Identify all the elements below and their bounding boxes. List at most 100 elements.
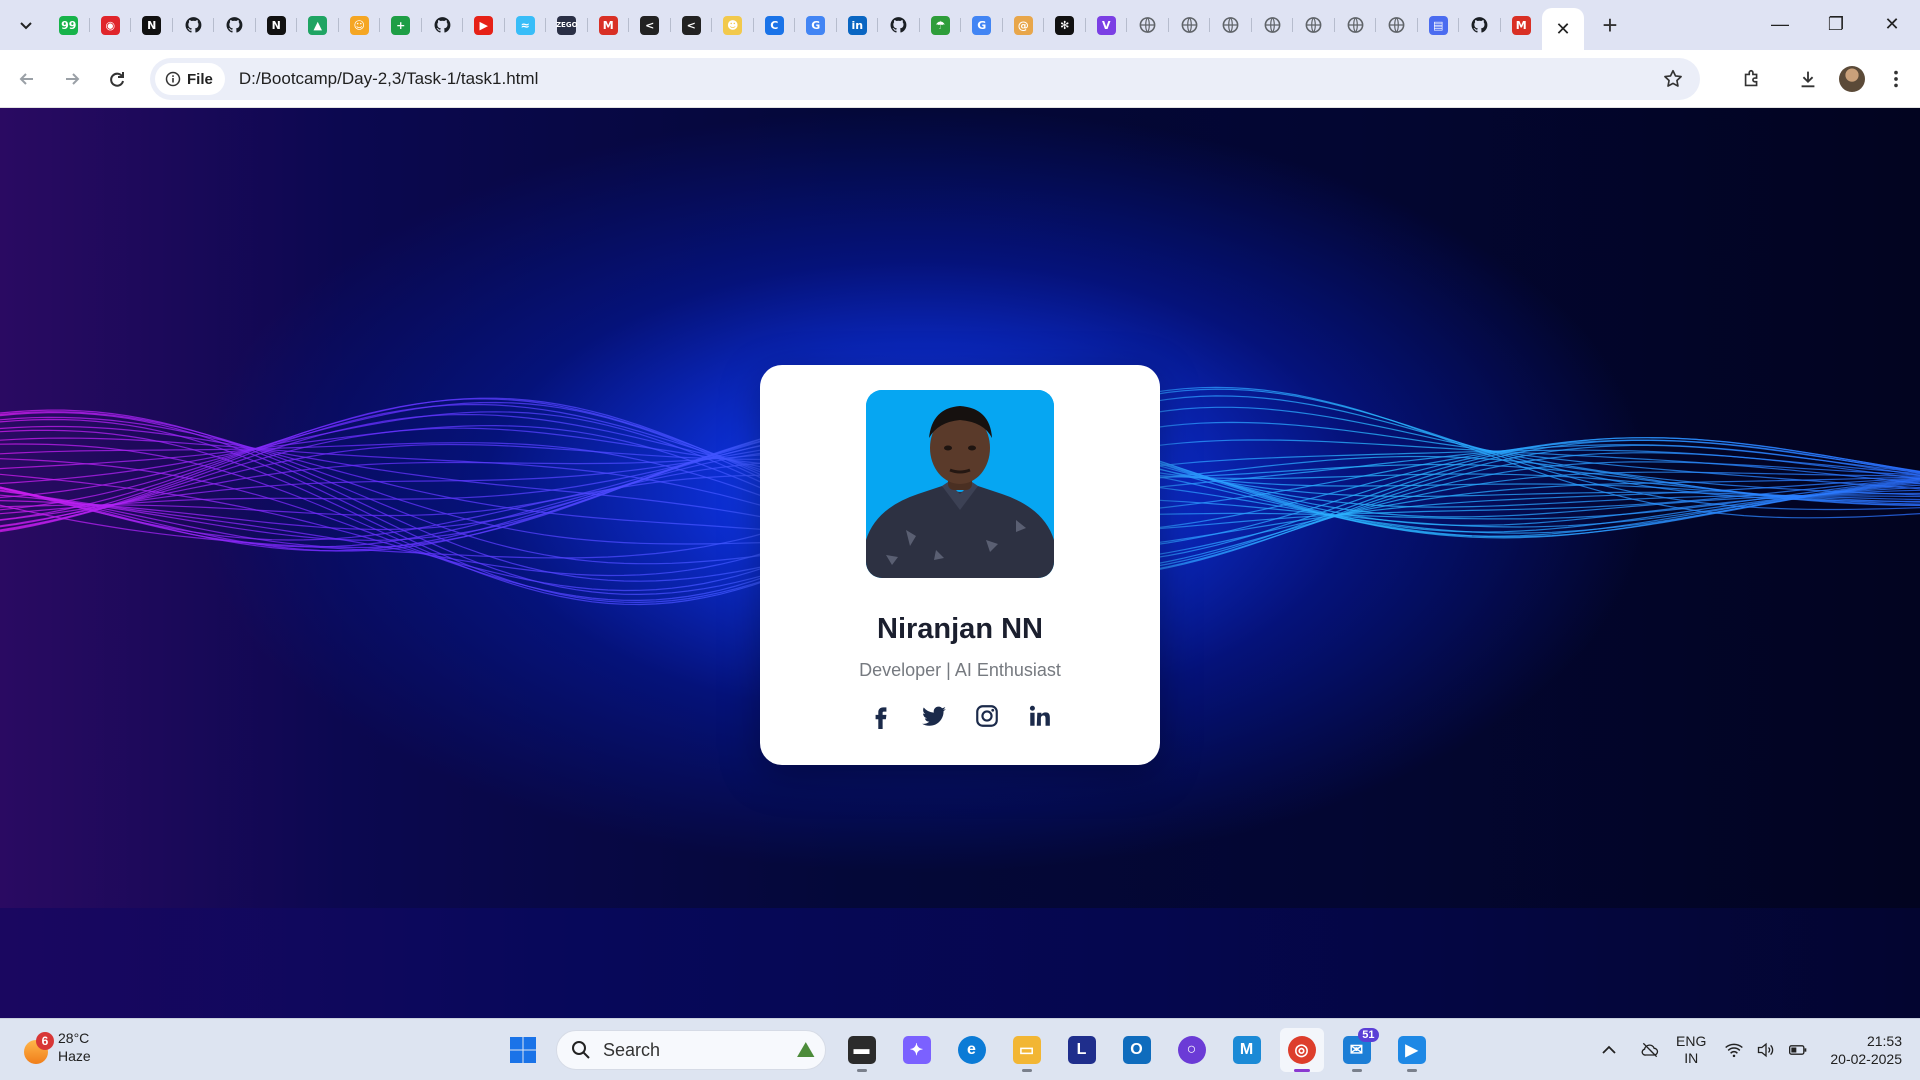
google-icon: G xyxy=(806,15,826,35)
github-icon xyxy=(889,16,908,35)
pinned-tab[interactable]: G xyxy=(961,5,1003,45)
pinned-tab[interactable] xyxy=(173,5,215,45)
menu-button[interactable] xyxy=(1874,57,1918,101)
chevron-up-icon xyxy=(1602,1045,1616,1054)
bookmark-star-icon[interactable] xyxy=(1662,68,1684,90)
onedrive-button[interactable] xyxy=(1635,1035,1665,1065)
taskbar-app[interactable]: ✦ xyxy=(895,1028,939,1072)
pinned-tab[interactable]: @ xyxy=(1003,5,1045,45)
pinned-tab[interactable] xyxy=(1335,5,1377,45)
input-language[interactable]: ENG IN xyxy=(1676,1033,1706,1067)
github-icon xyxy=(184,16,203,35)
pinned-tab[interactable]: ☺ xyxy=(339,5,381,45)
pinned-tab[interactable]: ZEGO xyxy=(546,5,588,45)
pinned-apps: ▬ ✦ e ▭ L O ○ M ◎ ✉ 51 ▶ xyxy=(834,1028,1439,1072)
pinned-tab[interactable] xyxy=(1459,5,1501,45)
taskbar-app[interactable]: O xyxy=(1115,1028,1159,1072)
taskbar-app[interactable]: ▭ xyxy=(1005,1028,1049,1072)
tool-icon: < xyxy=(640,15,660,35)
window-controls: — ❐ ✕ xyxy=(1752,0,1920,50)
close-window-button[interactable]: ✕ xyxy=(1864,0,1920,48)
taskbar-app[interactable]: ○ xyxy=(1170,1028,1214,1072)
taskbar-app[interactable]: L xyxy=(1060,1028,1104,1072)
pinned-tab[interactable]: M xyxy=(588,5,630,45)
pinned-tab[interactable]: ▶ xyxy=(463,5,505,45)
pinned-tab[interactable] xyxy=(214,5,256,45)
new-tab-button[interactable]: + xyxy=(1592,7,1628,43)
instagram-link[interactable] xyxy=(972,701,1002,731)
taskbar-search[interactable]: Search ⛰ xyxy=(556,1030,826,1070)
close-icon[interactable]: ✕ xyxy=(1555,19,1570,40)
pinned-tab[interactable] xyxy=(1252,5,1294,45)
profile-button[interactable] xyxy=(1830,57,1874,101)
restore-button[interactable]: ❐ xyxy=(1808,0,1864,48)
reload-button[interactable] xyxy=(99,61,135,97)
pinned-tab[interactable]: ≈ xyxy=(505,5,547,45)
pinned-tab[interactable]: < xyxy=(629,5,671,45)
pinned-tab[interactable] xyxy=(422,5,464,45)
pinned-tab[interactable] xyxy=(1127,5,1169,45)
taskbar-app[interactable]: ▬ xyxy=(840,1028,884,1072)
minimize-button[interactable]: — xyxy=(1752,0,1808,48)
twitter-link[interactable] xyxy=(919,701,949,731)
pinned-tab[interactable]: ☻ xyxy=(712,5,754,45)
globe-icon xyxy=(1138,16,1157,35)
clock[interactable]: 21:53 20-02-2025 xyxy=(1830,1032,1902,1068)
tab-strip: 99 ◉ N N ▲ ☺ + ▶ ≈ ZEGO M < < ☻ C Gin ☂ G @ ✻ V ▤ M ✕ + — ❐ ✕ xyxy=(0,0,1920,50)
start-button[interactable] xyxy=(501,1028,545,1072)
pinned-tab[interactable]: ☂ xyxy=(920,5,962,45)
pinned-tab[interactable] xyxy=(1210,5,1252,45)
address-bar[interactable]: File D:/Bootcamp/Day-2,3/Task-1/task1.ht… xyxy=(150,58,1700,100)
wifi-button[interactable] xyxy=(1719,1035,1749,1065)
pinned-tab[interactable]: V xyxy=(1086,5,1128,45)
pinned-tab[interactable] xyxy=(878,5,920,45)
sheets-plus-icon: + xyxy=(391,15,411,35)
battery-button[interactable] xyxy=(1783,1035,1813,1065)
back-button[interactable] xyxy=(9,61,45,97)
taskbar-app[interactable]: ▶ xyxy=(1390,1028,1434,1072)
show-hidden-icons-button[interactable] xyxy=(1594,1035,1624,1065)
taskbar-app[interactable]: ◎ xyxy=(1279,1028,1324,1072)
gmail-icon: M xyxy=(1511,15,1531,35)
pinned-tab[interactable]: ▲ xyxy=(297,5,339,45)
pinned-tab[interactable]: C xyxy=(754,5,796,45)
instagram-icon xyxy=(975,705,998,727)
pinned-tab[interactable]: < xyxy=(671,5,713,45)
v-icon: V xyxy=(1096,15,1116,35)
volume-button[interactable] xyxy=(1751,1035,1781,1065)
globe-icon xyxy=(1304,16,1323,35)
forward-button[interactable] xyxy=(54,61,90,97)
pinned-tab[interactable] xyxy=(1376,5,1418,45)
taskbar-app[interactable]: e xyxy=(950,1028,994,1072)
linkedin-link[interactable] xyxy=(1025,701,1055,731)
site-info-chip[interactable]: File xyxy=(155,63,225,95)
reload-icon xyxy=(110,71,124,87)
pinned-tab[interactable] xyxy=(1293,5,1335,45)
facebook-link[interactable] xyxy=(866,701,896,731)
pinned-tab[interactable]: M xyxy=(1501,5,1543,45)
puzzle-icon xyxy=(1744,69,1758,87)
url-text[interactable]: D:/Bootcamp/Day-2,3/Task-1/task1.html xyxy=(239,69,539,89)
pinned-tab[interactable]: N xyxy=(131,5,173,45)
pinned-tab[interactable]: G xyxy=(795,5,837,45)
globe-icon xyxy=(1346,16,1365,35)
pinned-tab[interactable]: + xyxy=(380,5,422,45)
app-badge: 51 xyxy=(1358,1028,1379,1042)
pinned-tab[interactable]: N xyxy=(256,5,298,45)
weather-temp: 28°C xyxy=(58,1030,90,1046)
weather-widget[interactable]: 6 28°C Haze xyxy=(22,1029,91,1065)
outlook-icon: O xyxy=(1122,1036,1151,1064)
pinned-tab[interactable]: in xyxy=(837,5,879,45)
pinned-tab[interactable]: ✻ xyxy=(1044,5,1086,45)
taskbar-app[interactable]: M xyxy=(1225,1028,1269,1072)
pinned-tab[interactable] xyxy=(1169,5,1211,45)
pinned-tab[interactable]: ▤ xyxy=(1418,5,1460,45)
tab-search-button[interactable] xyxy=(8,7,44,43)
pinned-tab[interactable]: ◉ xyxy=(90,5,132,45)
taskbar-app[interactable]: ✉ 51 xyxy=(1335,1028,1379,1072)
extensions-button[interactable] xyxy=(1730,57,1774,101)
downloads-button[interactable] xyxy=(1786,57,1830,101)
active-tab[interactable]: ✕ xyxy=(1542,8,1584,50)
facebook-icon xyxy=(875,707,886,729)
pinned-tab[interactable]: 99 xyxy=(48,5,90,45)
